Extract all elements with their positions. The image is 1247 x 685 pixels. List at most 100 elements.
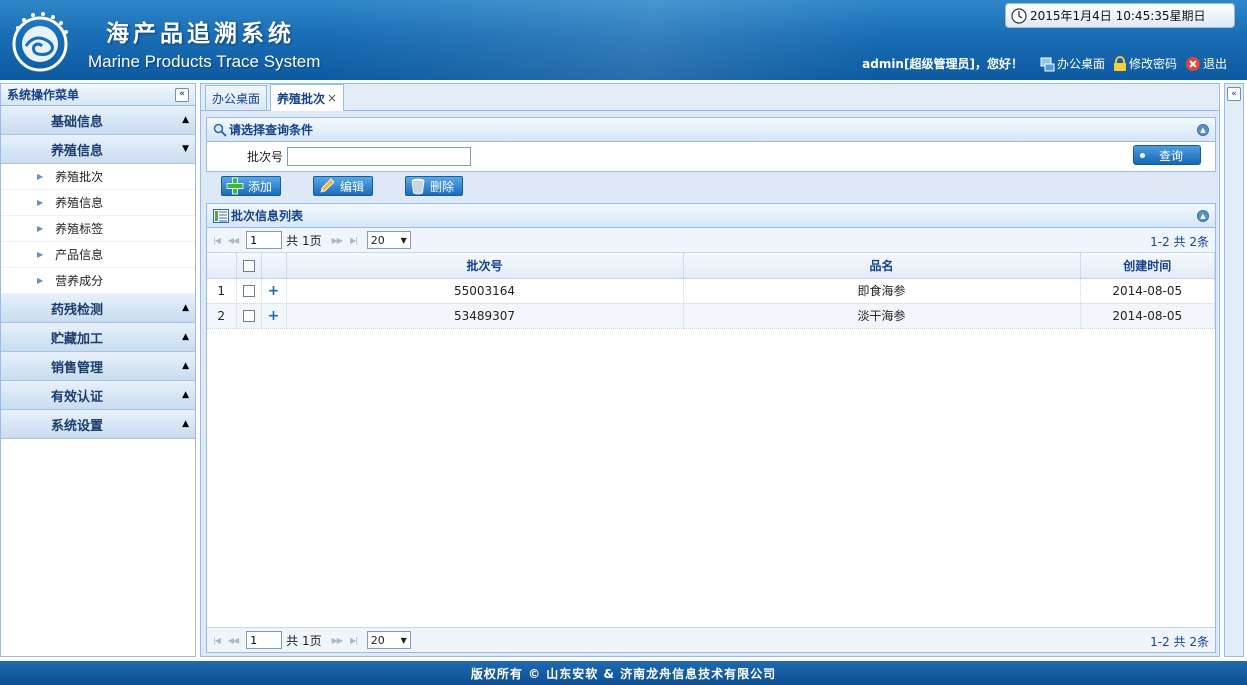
menu-item-breeding-batch[interactable]: ▶ 养殖批次 <box>1 164 195 190</box>
grid-panel-title: 批次信息列表 <box>231 209 304 223</box>
pencil-icon <box>320 178 335 193</box>
collapse-up-icon[interactable]: ▲ <box>1197 123 1209 136</box>
clock-text: 2015年1月4日 10:45:35星期日 <box>1030 9 1206 23</box>
query-button[interactable]: 查询 <box>1133 145 1201 165</box>
row-checkbox[interactable] <box>242 285 255 297</box>
query-panel-header: 请选择查询条件 ▲ <box>207 118 1215 142</box>
menu-section-certification[interactable]: 有效认证 ▲ <box>1 381 195 410</box>
menu-section-breeding[interactable]: 养殖信息 ▼ <box>1 135 195 164</box>
table-row[interactable]: 1 + 55003164 即食海参 2014-08-05 <box>207 278 1215 304</box>
sidebar-title: 系统操作菜单 <box>7 88 80 102</box>
trash-icon <box>411 178 425 195</box>
cell-date: 2014-08-05 <box>1080 278 1215 304</box>
bullet-icon: ▶ <box>37 276 44 285</box>
menu-section-basic[interactable]: 基础信息 ▲ <box>1 106 195 135</box>
row-select <box>236 278 262 304</box>
tab-close-icon[interactable]: × <box>327 91 337 105</box>
select-all-checkbox[interactable] <box>242 259 255 272</box>
page-number-input[interactable] <box>246 231 283 249</box>
prev-page-icon[interactable]: ◀◀ <box>228 236 239 245</box>
east-panel-collapsed: « <box>1224 83 1244 657</box>
menu-item-product-info[interactable]: ▶ 产品信息 <box>1 242 195 268</box>
sidebar-header: 系统操作菜单 « <box>1 84 195 106</box>
clock-icon <box>1011 8 1027 24</box>
logo-icon <box>12 12 68 72</box>
cell-name: 即食海参 <box>683 278 1081 304</box>
row-checkbox[interactable] <box>242 310 255 322</box>
chevron-up-icon: ▲ <box>182 361 189 371</box>
cell-name: 淡干海参 <box>683 303 1081 329</box>
expand-header <box>261 253 287 279</box>
row-expand: + <box>261 278 287 304</box>
menu-item-label: 产品信息 <box>55 248 104 262</box>
expand-plus-icon[interactable]: + <box>268 308 280 324</box>
row-select <box>236 303 262 329</box>
desktop-link[interactable]: 办公桌面 <box>1039 55 1105 72</box>
sidebar-collapse-button[interactable]: « <box>175 87 189 102</box>
tab-desktop[interactable]: 办公桌面 <box>205 85 268 110</box>
add-icon <box>226 177 244 195</box>
page-size-select[interactable]: 20 ▼ <box>366 631 411 649</box>
change-password-link[interactable]: 修改密码 <box>1113 55 1177 72</box>
tab-bar: 办公桌面 养殖批次 × <box>201 84 1219 111</box>
grid-toolbar: 添加 编辑 删除 <box>221 176 495 196</box>
prev-page-icon[interactable]: ◀◀ <box>228 636 239 645</box>
menu-item-breeding-info[interactable]: ▶ 养殖信息 <box>1 190 195 216</box>
page-size-value: 20 <box>370 633 385 647</box>
column-header-batch[interactable]: 批次号 <box>286 253 684 279</box>
logout-label: 退出 <box>1202 57 1227 71</box>
column-header-name[interactable]: 品名 <box>683 253 1081 279</box>
menu-item-label: 养殖信息 <box>55 196 104 210</box>
app-title-cn: 海产品追溯系统 <box>106 20 295 47</box>
page-number-input[interactable] <box>246 631 283 649</box>
menu-item-nutrition[interactable]: ▶ 营养成分 <box>1 268 195 294</box>
east-expand-button[interactable]: « <box>1227 87 1241 101</box>
batch-number-input[interactable] <box>287 147 472 166</box>
bullet-icon: ▶ <box>37 224 44 233</box>
select-all-header <box>236 253 262 279</box>
lock-icon <box>1113 55 1126 71</box>
last-page-icon[interactable]: ▶| <box>350 636 358 645</box>
logout-link[interactable]: 退出 <box>1185 55 1227 72</box>
menu-section-settings[interactable]: 系统设置 ▲ <box>1 410 195 439</box>
menu-item-label: 养殖批次 <box>55 170 104 184</box>
menu-section-sales[interactable]: 销售管理 ▲ <box>1 352 195 381</box>
first-page-icon[interactable]: |◀ <box>213 236 221 245</box>
first-page-icon[interactable]: |◀ <box>213 636 221 645</box>
add-button-label: 添加 <box>248 179 273 194</box>
tab-breeding-batch[interactable]: 养殖批次 × <box>270 84 345 111</box>
menu-section-label: 养殖信息 <box>51 143 104 159</box>
chevron-up-icon: ▲ <box>182 115 189 125</box>
menu-item-breeding-label[interactable]: ▶ 养殖标签 <box>1 216 195 242</box>
delete-button[interactable]: 删除 <box>405 176 464 196</box>
chevron-up-icon: ▲ <box>182 332 189 342</box>
last-page-icon[interactable]: ▶| <box>350 236 358 245</box>
next-page-icon[interactable]: ▶▶ <box>332 236 343 245</box>
add-button[interactable]: 添加 <box>221 176 282 196</box>
menu-section-residue-test[interactable]: 药残检测 ▲ <box>1 294 195 323</box>
table-header-row: 批次号 品名 创建时间 <box>207 253 1215 279</box>
list-icon <box>213 208 229 223</box>
column-header-date[interactable]: 创建时间 <box>1080 253 1215 279</box>
pager-bottom: |◀ ◀◀ 共 1页 ▶▶ ▶| 20 ▼ 1-2 共 2条 <box>207 627 1215 652</box>
row-number: 1 <box>207 278 237 304</box>
chevron-down-icon: ▼ <box>400 235 407 245</box>
edit-button[interactable]: 编辑 <box>313 176 374 196</box>
desktop-link-label: 办公桌面 <box>1056 57 1105 71</box>
menu-section-label: 系统设置 <box>51 418 104 434</box>
menu-item-label: 营养成分 <box>55 274 104 288</box>
pager-top: |◀ ◀◀ 共 1页 ▶▶ ▶| 20 ▼ 1-2 共 2条 <box>207 228 1215 253</box>
query-panel: 请选择查询条件 ▲ 批次号 查询 <box>206 117 1216 172</box>
expand-plus-icon[interactable]: + <box>268 283 280 299</box>
row-number-header <box>207 253 237 279</box>
menu-section-storage[interactable]: 贮藏加工 ▲ <box>1 323 195 352</box>
tab-label: 养殖批次 <box>277 91 326 106</box>
row-expand: + <box>261 303 287 329</box>
menu-section-label: 基础信息 <box>51 114 104 130</box>
collapse-up-icon[interactable]: ▲ <box>1197 209 1209 222</box>
table-row[interactable]: 2 + 53489307 淡干海参 2014-08-05 <box>207 303 1215 329</box>
pager-summary: 1-2 共 2条 <box>1150 635 1209 649</box>
page-size-select[interactable]: 20 ▼ <box>366 231 411 249</box>
tab-label: 办公桌面 <box>212 91 261 106</box>
next-page-icon[interactable]: ▶▶ <box>332 636 343 645</box>
